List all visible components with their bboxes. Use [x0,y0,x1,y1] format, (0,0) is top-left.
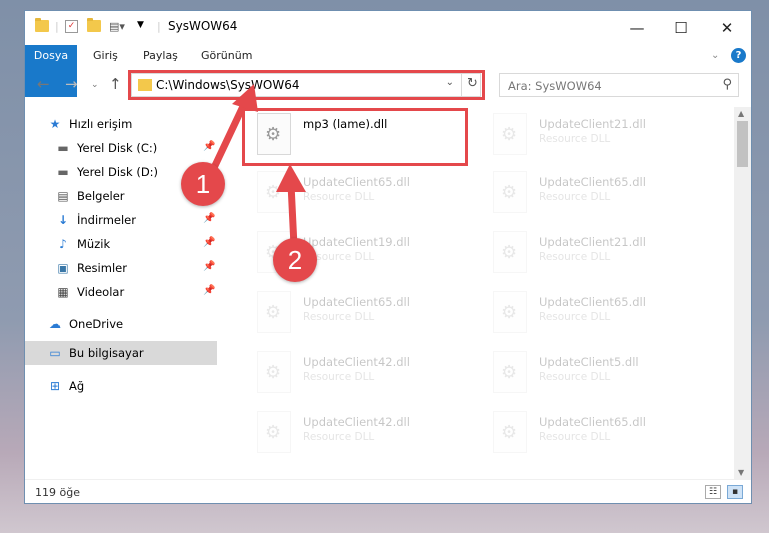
arrow-2-head [276,164,306,192]
arrow-2-shaft [287,180,298,250]
arrow-1-head [232,84,258,112]
callout-arrows [208,84,306,250]
callout-badge-1: 1 [181,162,225,206]
arrow-1-shaft [208,96,250,176]
callout-badge-2: 2 [273,238,317,282]
